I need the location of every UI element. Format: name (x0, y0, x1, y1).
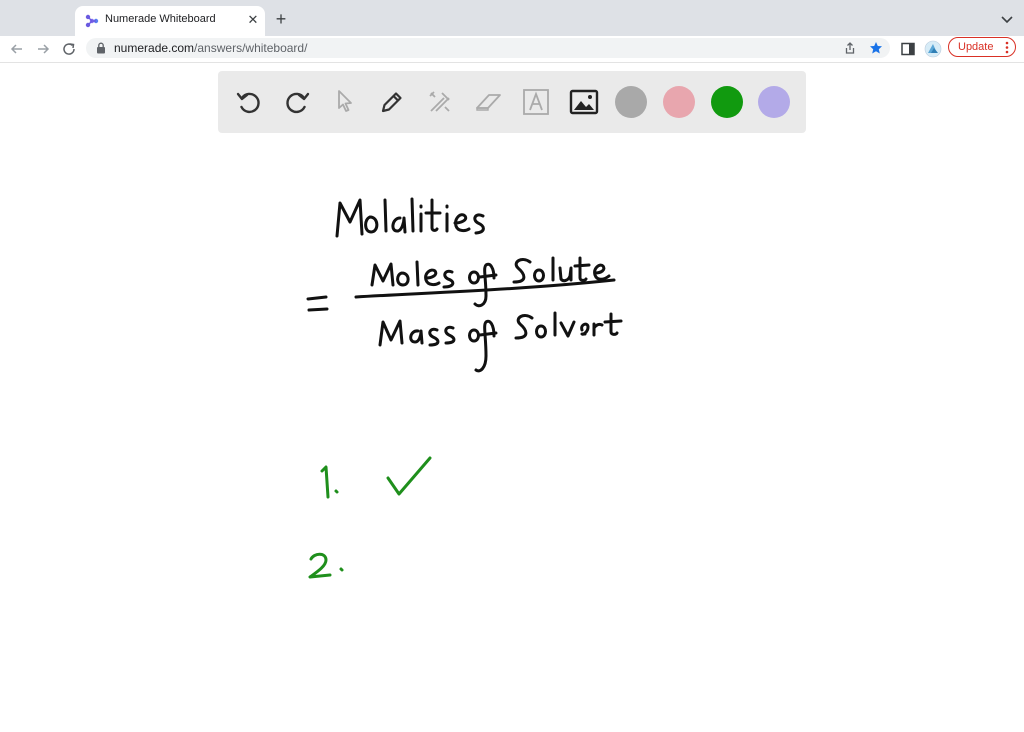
share-icon[interactable] (843, 41, 857, 55)
tab-close-icon[interactable]: ✕ (245, 12, 261, 28)
eraser-icon[interactable] (472, 86, 504, 118)
side-panel-icon[interactable] (899, 40, 917, 58)
browser-toolbar: numerade.com/answers/whiteboard/ Update (0, 36, 1024, 63)
whiteboard-toolbar (218, 71, 806, 133)
browser-tab[interactable]: Numerade Whiteboard ✕ (75, 6, 265, 36)
image-icon[interactable] (568, 86, 600, 118)
handwriting-molalities (335, 197, 485, 238)
redo-icon[interactable] (281, 86, 313, 118)
url-path: /answers/whiteboard/ (194, 41, 308, 55)
update-button[interactable]: Update (948, 37, 1016, 57)
list-dot-1 (334, 489, 339, 494)
url-text[interactable]: numerade.com/answers/whiteboard/ (114, 41, 307, 55)
list-dot-2 (339, 567, 344, 572)
handwriting-layer (306, 197, 623, 579)
url-host: numerade.com (114, 41, 195, 55)
color-swatch-gray[interactable] (615, 86, 647, 118)
lock-icon[interactable] (96, 42, 106, 54)
more-options-icon[interactable] (1005, 41, 1009, 54)
tools-icon[interactable] (424, 86, 456, 118)
pointer-icon[interactable] (329, 86, 361, 118)
list-number-2 (308, 552, 332, 579)
undo-icon[interactable] (233, 86, 265, 118)
back-arrow-icon[interactable] (8, 40, 26, 58)
handwriting-mass-of-solvent (378, 311, 623, 373)
checkmark (386, 456, 432, 496)
reload-icon[interactable] (60, 40, 78, 58)
address-bar[interactable]: numerade.com/answers/whiteboard/ (86, 38, 890, 58)
tab-title: Numerade Whiteboard (105, 13, 216, 25)
equals-sign (306, 295, 329, 312)
color-swatch-green[interactable] (711, 86, 743, 118)
color-swatch-pink[interactable] (663, 86, 695, 118)
pencil-icon[interactable] (376, 86, 408, 118)
bookmark-star-icon[interactable] (869, 41, 883, 55)
new-tab-button[interactable]: + (272, 10, 290, 28)
tab-search-chevron-icon[interactable] (998, 10, 1016, 28)
list-number-1 (320, 465, 330, 499)
whiteboard-canvas[interactable] (0, 134, 1024, 732)
profile-avatar-icon[interactable] (924, 40, 942, 58)
handwriting-moles-of-solute (370, 256, 611, 308)
forward-arrow-icon[interactable] (34, 40, 52, 58)
numerade-favicon-icon (85, 14, 99, 28)
tab-strip: Numerade Whiteboard ✕ + (0, 0, 1024, 36)
update-label: Update (958, 41, 994, 53)
color-swatch-lavender[interactable] (758, 86, 790, 118)
text-icon[interactable] (520, 86, 552, 118)
